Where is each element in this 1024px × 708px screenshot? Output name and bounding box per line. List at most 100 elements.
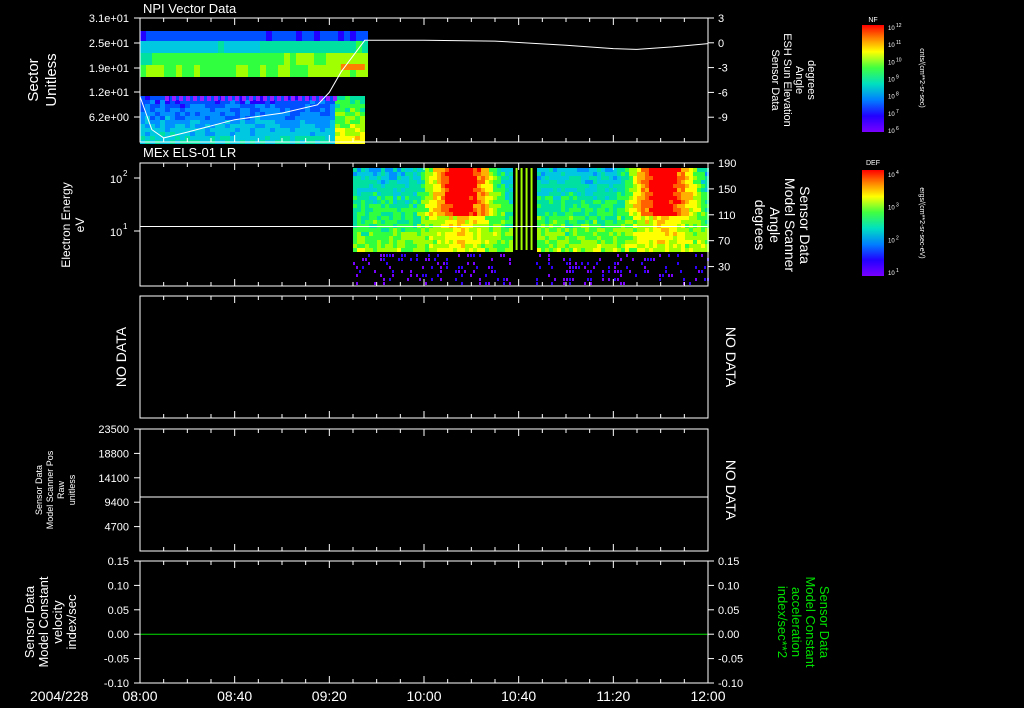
npi-cell [345,120,350,124]
els-cell [417,184,421,188]
els-cell [701,196,705,200]
els-cell [385,240,389,244]
els-cell [505,232,509,236]
els-cell [477,248,481,252]
acceleration-label-line1: Sensor Data [817,586,832,659]
els-cell [653,204,657,208]
els-cell [425,212,429,216]
els-cell [410,258,412,261]
npi-cell [220,104,225,108]
els-cell [621,212,625,216]
npi-cell [291,96,295,101]
els-cell [633,228,637,232]
els-cell [437,188,441,192]
els-cell [465,232,469,236]
els-cell [445,172,449,176]
els-cell [697,184,701,188]
npi-cell [360,120,365,124]
els-cell [621,244,625,248]
els-cell [383,282,385,285]
els-cell [569,212,573,216]
els-cell [548,258,550,261]
els-cell [593,180,597,184]
els-cell [381,248,385,252]
els-cell [485,208,489,212]
els-cell [661,188,665,192]
npi-cell [158,41,164,53]
els-cell [649,168,653,172]
npi-cell [225,128,230,132]
els-cell [489,228,493,232]
els-cell [697,216,701,220]
els-cell [405,176,409,180]
els-cell [365,172,369,176]
els-cell [361,248,365,252]
els-cell [421,208,425,212]
els-cell [485,168,489,172]
els-cell [629,216,633,220]
els-cell [437,240,441,244]
els-cell [573,176,577,180]
els-cell [373,184,377,188]
els-cell [573,236,577,240]
els-cell [689,184,693,188]
npi-cell [155,96,160,100]
els-cell [509,184,513,188]
els-cell [541,188,545,192]
npi-cell [290,53,296,65]
els-cell [381,188,385,192]
els-cell [445,168,449,172]
els-cell [433,176,437,180]
els-cell [469,188,473,192]
els-cell [506,278,508,281]
npi-cell [165,124,170,128]
npi-cell [335,116,340,120]
els-cell [353,192,357,196]
els-cell [609,196,613,200]
npi-cell [200,41,206,53]
npi-cell [308,41,314,53]
els-cell [446,258,448,261]
els-cell [565,212,569,216]
els-cell [625,204,629,208]
els-cell [413,248,417,252]
npi-cell [345,100,350,104]
els-cell [441,208,445,212]
els-cell [637,184,641,188]
els-cell [501,196,505,200]
npi-cell [194,41,200,53]
els-cell [425,204,429,208]
npi-left-tick-label: 3.1e+01 [89,13,129,25]
els-cell [440,278,442,281]
els-cell [497,240,501,244]
npi-cell [325,104,330,108]
els-cell [549,244,553,248]
npi-cell [240,136,245,140]
els-cell [505,220,509,224]
npi-cell [245,128,250,132]
npi-cell [320,41,326,53]
npi-cell [165,128,170,132]
els-cell [665,228,669,232]
els-cell [621,216,625,220]
els-cell [697,172,701,176]
els-cell [409,220,413,224]
npi-cell [240,112,245,116]
els-cell [361,236,365,240]
els-cell [537,212,541,216]
els-cell [605,176,609,180]
npi-cell [345,104,350,108]
els-left-axis: 10 2 10 1 [110,169,140,239]
els-cell [368,254,370,257]
els-cell [689,232,693,236]
els-cell [689,248,693,252]
els-cell [689,168,693,172]
npi-cell [360,132,365,136]
els-cell [657,216,661,220]
els-cell [589,196,593,200]
npi-cell [158,65,164,77]
scanner-pos-tick-label: 23500 [98,424,129,436]
els-cell [633,200,637,204]
time-axis-tick-label: 10:40 [501,688,536,704]
els-cell [449,188,453,192]
